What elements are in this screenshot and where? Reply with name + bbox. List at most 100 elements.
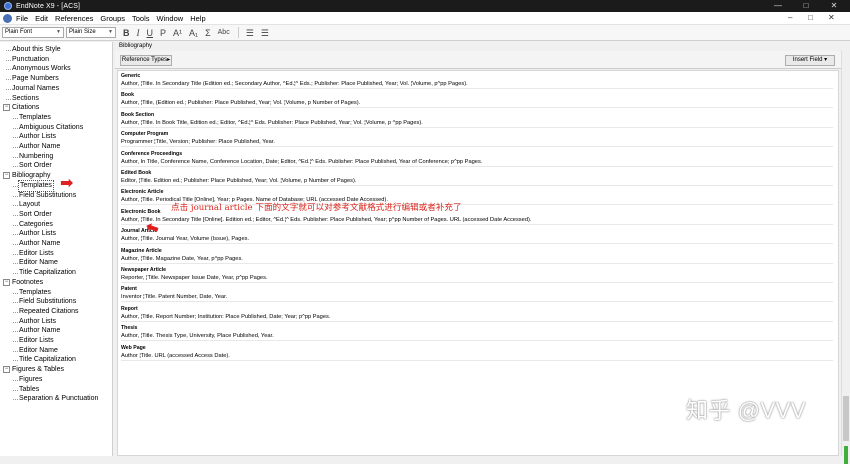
spelling-button[interactable]: Abc — [218, 27, 230, 39]
bold-button[interactable]: B — [123, 27, 130, 39]
template-type-label: Thesis — [121, 325, 138, 332]
menu-references[interactable]: References — [55, 14, 93, 23]
tree-connector — [13, 360, 18, 362]
sidebar-item-label: Title Capitalization — [19, 356, 76, 364]
sidebar-item-label: Sort Order — [19, 162, 52, 170]
template-text[interactable]: Reporter, ¦Title. Newspaper Issue Date, … — [121, 274, 833, 283]
menu-help[interactable]: Help — [190, 14, 205, 23]
sidebar-item-label: Separation & Punctuation — [19, 395, 99, 403]
watermark: 知乎 @VVV — [686, 398, 806, 423]
template-type-label: Patent — [121, 286, 137, 293]
minimize-button[interactable]: — — [764, 0, 792, 12]
tree-connector — [13, 214, 18, 216]
collapse-toggle-icon[interactable]: − — [3, 172, 10, 180]
italic-button[interactable]: I — [137, 27, 140, 39]
sidebar-item-label: Author Name — [19, 327, 61, 335]
template-text[interactable]: Author, ¦Title. In Book Title, Edition e… — [121, 119, 833, 128]
tree-connector — [6, 69, 11, 71]
template-type-label: Report — [121, 305, 138, 312]
insert-field-button[interactable]: Insert Field ▾ — [785, 55, 835, 66]
document-icon[interactable] — [3, 13, 12, 23]
collapse-toggle-icon[interactable]: − — [3, 366, 10, 374]
template-text[interactable]: Author, ¦Title. Journal Year, Volume (Is… — [121, 235, 833, 245]
tree-connector — [13, 253, 18, 255]
chevron-down-icon: ▼ — [108, 29, 113, 35]
template-text[interactable]: Programmer ¦Title, Version; Publisher: P… — [121, 138, 833, 148]
menu-window[interactable]: Window — [157, 14, 184, 23]
symbol-button[interactable]: Σ — [205, 27, 211, 39]
tree-connector — [13, 389, 18, 391]
menu-edit[interactable]: Edit — [35, 14, 48, 23]
align-justify-icon[interactable]: ☰ — [261, 27, 269, 39]
tree-connector — [13, 195, 18, 197]
scrollbar-thumb[interactable] — [843, 396, 849, 441]
tree-connector — [13, 341, 18, 342]
mdi-minimize-button[interactable]: – — [788, 13, 792, 22]
sidebar-item-label: Numbering — [19, 152, 54, 160]
menu-groups[interactable]: Groups — [100, 14, 125, 23]
sidebar-item-label: Page Numbers — [12, 75, 59, 83]
tree-connector — [13, 244, 18, 245]
font-dropdown[interactable]: Plain Font ▼ — [2, 27, 64, 38]
tree-connector — [13, 311, 18, 313]
tree-connector — [13, 127, 18, 129]
mdi-restore-button[interactable]: □ — [808, 13, 813, 22]
sidebar-item-label: Categories — [19, 220, 53, 228]
template-type-label: Generic — [121, 73, 141, 79]
sidebar-item-label: Field Substitutions — [19, 298, 77, 306]
resize-handle[interactable] — [844, 446, 848, 464]
template-text[interactable]: Author, ¦Title. Magazine Date, Year, p^p… — [121, 255, 833, 264]
tree-connector — [13, 399, 18, 401]
tree-connector — [6, 98, 11, 100]
template-text[interactable]: Editor, ¦Title. Edition ed.; Publisher: … — [121, 177, 833, 186]
sidebar-item-label: Editor Name — [19, 259, 58, 267]
template-type-label: Book Section — [121, 111, 155, 118]
template-text[interactable]: Author, ¦Title. Report Number; Instituti… — [121, 313, 833, 322]
chevron-down-icon: ▼ — [56, 29, 61, 35]
template-text[interactable]: Inventor ¦Title. Patent Number, Date, Ye… — [121, 293, 833, 303]
superscript-button[interactable]: A¹ — [173, 27, 182, 39]
template-text[interactable]: Author, In Title, Conference Name, Confe… — [121, 158, 833, 167]
window-title: EndNote X9 - [ACS] — [16, 2, 81, 10]
template-text[interactable]: Author, ¦Title. In Secondary Title [Onli… — [121, 216, 833, 225]
annotation-text: 点击 journal article 下面的文字就可以对参考文献格式进行编辑或者… — [171, 203, 462, 213]
mdi-close-button[interactable]: ✕ — [828, 13, 835, 22]
sidebar-item-label: Sort Order — [19, 210, 52, 218]
align-left-icon[interactable]: ☰ — [246, 27, 254, 39]
template-text[interactable]: Author, ¦Title. Thesis Type, University,… — [121, 332, 833, 342]
size-dropdown[interactable]: Plain Size ▼ — [66, 27, 116, 38]
menu-tools[interactable]: Tools — [132, 14, 150, 23]
sidebar-item-label: Repeated Citations — [19, 307, 79, 315]
toolbar-divider — [237, 27, 239, 38]
sidebar-item-label: Figures & Tables — [12, 366, 65, 374]
tree-connector — [13, 292, 18, 294]
menu-file[interactable]: File — [16, 14, 28, 23]
template-text[interactable]: Author, ¦Title, (Edition ed.; Publisher:… — [121, 99, 833, 109]
subscript-button[interactable]: A₁ — [189, 27, 198, 39]
close-button[interactable]: ✕ — [820, 0, 848, 12]
template-type-label: Electronic Article — [121, 189, 164, 196]
sidebar-item-label: Templates — [19, 113, 51, 121]
template-type-label: Magazine Article — [121, 247, 162, 254]
tree-connector — [6, 79, 11, 81]
panel-title: Bibliography — [119, 43, 153, 49]
sidebar-item-label: About this Style — [12, 46, 61, 53]
underline-button[interactable]: U — [147, 27, 154, 39]
template-text[interactable]: Author, ¦Title. In Secondary Title (Edit… — [121, 80, 833, 89]
tree-connector — [6, 88, 11, 90]
maximize-button[interactable]: □ — [792, 0, 820, 12]
plain-button[interactable]: P — [160, 27, 166, 39]
template-text[interactable]: Author ¦Title. URL (accessed Access Date… — [121, 352, 833, 361]
vertical-scrollbar[interactable] — [841, 51, 850, 464]
size-value: Plain Size — [69, 29, 96, 35]
reference-types-button[interactable]: Reference Types▸ — [120, 55, 172, 66]
collapse-toggle-icon[interactable]: − — [3, 278, 10, 286]
tree-connector — [13, 234, 18, 236]
sidebar-item-label: Field Substitutions — [19, 191, 77, 199]
tree-connector — [13, 321, 18, 323]
template-type-label: Edited Book — [121, 170, 152, 176]
sidebar-item-label: Templates — [19, 288, 51, 296]
sidebar-item-label: Bibliography — [12, 172, 51, 180]
collapse-toggle-icon[interactable]: − — [3, 104, 10, 112]
sidebar-item-label: Citations — [12, 104, 40, 112]
